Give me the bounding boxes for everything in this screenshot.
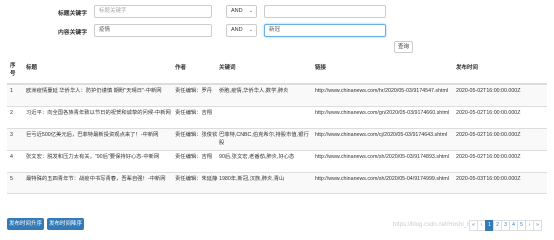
table-row: 5 最特殊的五四青年节：战疫中书写青春，吾辈自强！-中新网 责任编辑：朱延静 1… — [7, 172, 547, 194]
title-keyword-label: 标题关键字 — [58, 11, 87, 17]
cell-author: 责任编辑：吉翔 — [175, 154, 213, 160]
extra-keyword-input-1[interactable] — [264, 5, 386, 18]
table-header: 序号 标题 作者 关键词 链接 发布时间 — [7, 60, 547, 84]
cell-link[interactable]: http://www.chinanews.com/sh/2020/05-03/9… — [315, 153, 453, 161]
operator-select-1-value: AND — [231, 8, 243, 14]
operator-select-2-value: AND — [231, 27, 243, 33]
cell-time: 2020-05-02T16:00:00.000Z — [456, 154, 521, 160]
cell-title: 习近平：向全国各族青年致以节日的祝贺和诚挚的问候-中新网 — [26, 110, 171, 116]
cell-keywords: 侨胞,疫情,华侨华人,数学,肺炎 — [219, 88, 289, 94]
cell-link[interactable]: http://www.chinanews.com/gn/2020/05-03/9… — [315, 109, 453, 117]
cell-link[interactable]: http://www.chinanews.com/cj/2020/05-03/9… — [315, 131, 453, 139]
cell-title: 巨亏近500亿美元后，巴菲特最新投资观点来了！-中新网 — [26, 132, 159, 138]
cell-author: 责任编辑：罗丹 — [175, 88, 213, 94]
header-title: 标题 — [26, 65, 38, 71]
cell-index: 2 — [10, 110, 13, 116]
cell-index: 1 — [10, 88, 13, 94]
chevron-down-icon: ⌄ — [248, 8, 253, 14]
cell-author: 责任编辑：张俊钦 — [175, 132, 218, 138]
header-author: 作者 — [175, 65, 187, 71]
cell-index: 5 — [10, 176, 13, 182]
query-button[interactable]: 查询 — [394, 41, 413, 53]
watermark: https://blog.csdn.net/Hoshi_Hu — [393, 222, 475, 228]
header-index: 序号 — [10, 63, 16, 77]
cell-author: 责任编辑：吉翔 — [175, 110, 213, 116]
table-row: 2 习近平：向全国各族青年致以节日的祝贺和诚挚的问候-中新网 责任编辑：吉翔 h… — [7, 106, 547, 128]
sort-time-asc-button[interactable]: 发布时间升序 — [7, 218, 44, 230]
sort-time-desc-button[interactable]: 发布时间降序 — [47, 218, 84, 230]
cell-keywords: 巴菲特,CNBC,伯克希尔,持股市值,银行股 — [219, 132, 309, 146]
page-last-button[interactable]: » — [533, 220, 542, 231]
content-keyword-input[interactable]: 疫情 — [94, 24, 212, 37]
table-row: 1 欧洲疫情蔓延 华侨华人：防护仍谨慎 期盼"天晴日"-中新网 责任编辑：罗丹 … — [7, 84, 547, 106]
cell-keywords: 90后,张文宏,老番茄,肺炎,好心态 — [219, 154, 295, 160]
cell-link[interactable]: http://www.chinanews.com/sh/2020/05-04/9… — [315, 175, 453, 183]
header-keywords: 关键词 — [219, 65, 236, 71]
operator-select-2[interactable]: AND ⌄ — [226, 24, 257, 37]
pagination: « ‹ 1 2 3 4 5 › » — [469, 220, 542, 231]
cell-time: 2020-05-03T16:00:00.000Z — [456, 176, 521, 182]
cell-author: 责任编辑：朱延静 — [175, 176, 218, 182]
cell-link[interactable]: http://www.chinanews.com/hr/2020/05-03/9… — [315, 87, 453, 95]
cell-index: 4 — [10, 154, 13, 160]
header-time: 发布时间 — [456, 65, 479, 71]
operator-select-1[interactable]: AND ⌄ — [226, 5, 257, 18]
cell-title: 最特殊的五四青年节：战疫中书写青春，吾辈自强！-中新网 — [26, 176, 166, 182]
header-link: 链接 — [315, 65, 327, 71]
cell-time: 2020-05-02T16:00:00.000Z — [456, 132, 521, 138]
cell-time: 2020-05-02T16:00:00.000Z — [456, 110, 521, 116]
extra-keyword-input-2[interactable]: 新冠 — [264, 24, 386, 37]
cell-time: 2020-05-02T16:00:00.000Z — [456, 88, 521, 94]
content-keyword-label: 内容关键字 — [58, 30, 87, 36]
cell-index: 3 — [10, 132, 13, 138]
chevron-down-icon: ⌄ — [248, 27, 253, 33]
table-row: 3 巨亏近500亿美元后，巴菲特最新投资观点来了！-中新网 责任编辑：张俊钦 巴… — [7, 128, 547, 150]
cell-title: 张文宏：脱发和压力太有关，"90后"要保持好心态-中新网 — [26, 154, 160, 160]
title-keyword-input[interactable]: 标题关键字 — [94, 5, 212, 18]
cell-keywords: 1980年,新冠,汉族,肺炎,青山 — [219, 176, 285, 182]
cell-title: 欧洲疫情蔓延 华侨华人：防护仍谨慎 期盼"天晴日"-中新网 — [26, 88, 162, 94]
table-row: 4 张文宏：脱发和压力太有关，"90后"要保持好心态-中新网 责任编辑：吉翔 9… — [7, 150, 547, 172]
